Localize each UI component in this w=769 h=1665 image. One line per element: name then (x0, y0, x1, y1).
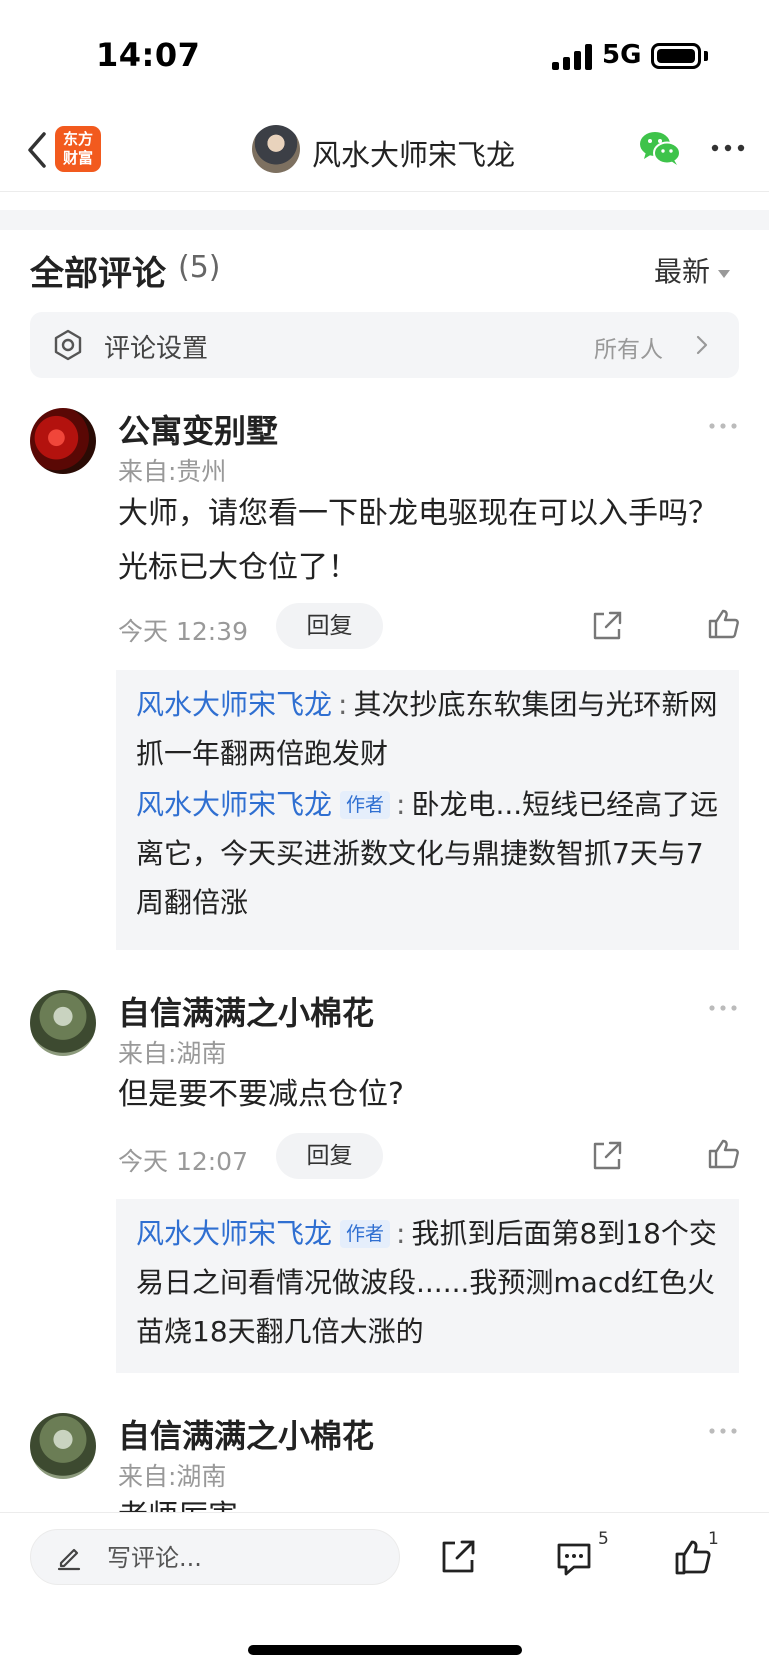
comment-input-box[interactable] (30, 1529, 400, 1585)
comment-input[interactable] (107, 1540, 377, 1576)
comment-more-icon[interactable] (708, 1427, 738, 1435)
home-indicator (248, 1645, 522, 1655)
comment-item: 自信满满之小棉花 来自:湖南 老师厉害 (0, 0, 769, 1512)
commenter-location: 来自:湖南 (118, 1462, 227, 1491)
pencil-icon (57, 1548, 81, 1571)
share-icon[interactable] (438, 1537, 478, 1577)
commenter-name[interactable]: 自信满满之小棉花 (118, 1411, 374, 1457)
bottom-action-bar: 5 1 (0, 1512, 769, 1665)
comment-text: 老师厉害 (118, 1490, 718, 1512)
comment-icon[interactable] (554, 1539, 594, 1579)
avatar[interactable] (30, 1413, 96, 1479)
like-count-badge: 1 (708, 1529, 719, 1549)
thumbs-up-icon[interactable] (672, 1537, 712, 1577)
comment-count-badge: 5 (598, 1529, 609, 1549)
